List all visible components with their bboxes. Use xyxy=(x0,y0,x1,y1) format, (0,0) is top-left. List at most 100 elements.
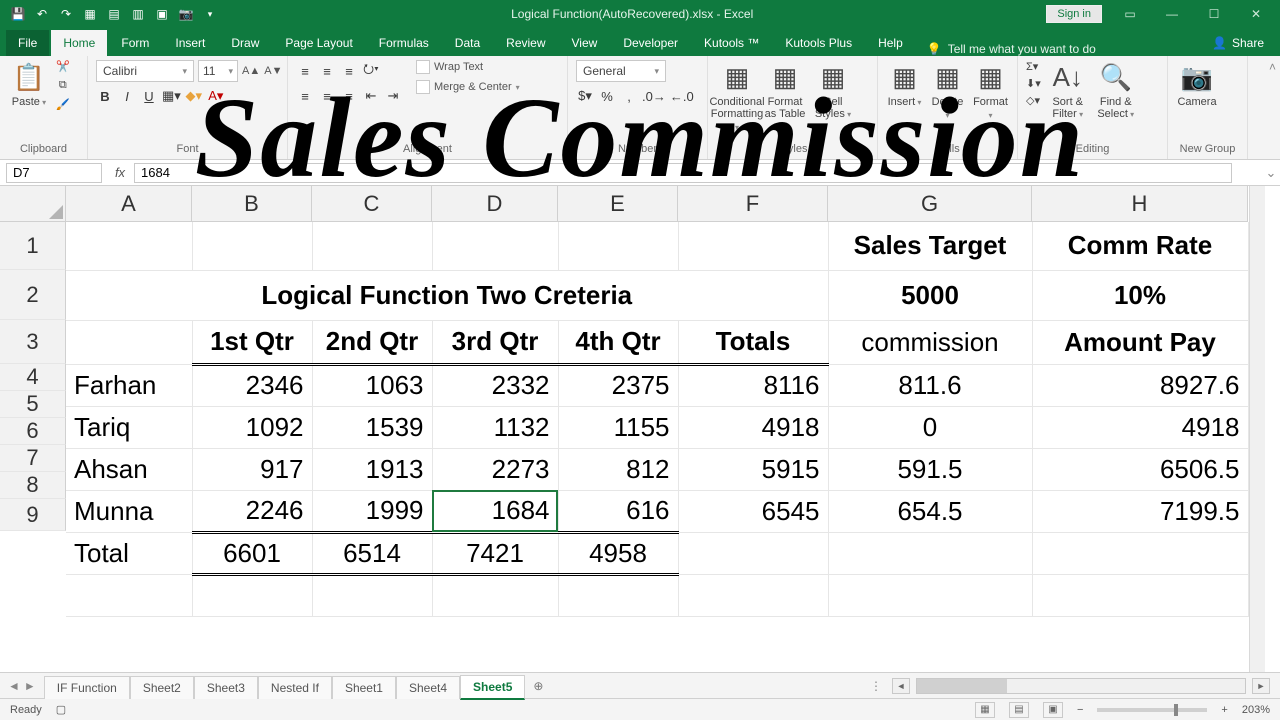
tab-form[interactable]: Form xyxy=(109,30,161,56)
sheet-tab[interactable]: Sheet2 xyxy=(130,676,194,699)
cell[interactable]: 2332 xyxy=(432,364,558,406)
cell[interactable]: 0 xyxy=(828,406,1032,448)
merge-center-button[interactable]: Merge & Center xyxy=(416,80,520,94)
comma-icon[interactable]: , xyxy=(620,89,638,104)
cell[interactable]: 6545 xyxy=(678,490,828,532)
tab-file[interactable]: File xyxy=(6,30,49,56)
tab-insert[interactable]: Insert xyxy=(163,30,217,56)
formula-input[interactable]: 1684 xyxy=(134,163,1232,183)
row-header[interactable]: 9 xyxy=(0,499,66,531)
cell[interactable]: 5915 xyxy=(678,448,828,490)
cell-active[interactable]: 1684 xyxy=(432,490,558,532)
normal-view-icon[interactable]: ▦ xyxy=(975,702,995,718)
align-bottom-icon[interactable]: ≡ xyxy=(340,64,358,79)
cell[interactable]: 4958 xyxy=(558,532,678,574)
zoom-out-icon[interactable]: − xyxy=(1077,704,1083,716)
cell[interactable]: Ahsan xyxy=(66,448,192,490)
fx-icon[interactable]: fx xyxy=(106,165,134,180)
cell[interactable]: 2246 xyxy=(192,490,312,532)
zoom-in-icon[interactable]: + xyxy=(1221,704,1227,716)
cell[interactable]: 1092 xyxy=(192,406,312,448)
cell[interactable]: 7199.5 xyxy=(1032,490,1248,532)
cell[interactable] xyxy=(558,222,678,270)
autosum-icon[interactable]: Σ▾ xyxy=(1026,60,1038,73)
currency-icon[interactable]: $▾ xyxy=(576,88,594,104)
cell[interactable]: 591.5 xyxy=(828,448,1032,490)
cell[interactable] xyxy=(558,574,678,616)
col-header[interactable]: E xyxy=(558,186,678,222)
fill-icon[interactable]: ⬇▾ xyxy=(1026,77,1041,90)
cell[interactable]: 1913 xyxy=(312,448,432,490)
share-button[interactable]: 👤Share xyxy=(1202,30,1274,56)
horizontal-scrollbar[interactable]: ⋮ ◄ ► xyxy=(551,678,1280,694)
col-header[interactable]: C xyxy=(312,186,432,222)
sheet-nav-prev-icon[interactable]: ◄ xyxy=(8,679,20,693)
tab-help[interactable]: Help xyxy=(866,30,915,56)
row-header[interactable]: 2 xyxy=(0,270,66,320)
col-header[interactable]: H xyxy=(1032,186,1248,222)
cell[interactable]: 1063 xyxy=(312,364,432,406)
cell[interactable] xyxy=(1032,574,1248,616)
cell[interactable]: 8927.6 xyxy=(1032,364,1248,406)
cell[interactable] xyxy=(192,222,312,270)
decrease-decimal-icon[interactable]: ←.0 xyxy=(670,89,694,104)
shrink-font-icon[interactable]: A▼ xyxy=(264,65,282,77)
col-header[interactable]: B xyxy=(192,186,312,222)
fill-color-icon[interactable]: ◆▾ xyxy=(185,88,203,104)
tab-kutools-plus[interactable]: Kutools Plus xyxy=(773,30,864,56)
align-top-icon[interactable]: ≡ xyxy=(296,64,314,79)
cell[interactable] xyxy=(192,574,312,616)
cell[interactable]: commission xyxy=(828,320,1032,364)
cell[interactable]: 6601 xyxy=(192,532,312,574)
maximize-icon[interactable]: ☐ xyxy=(1200,7,1228,21)
cell[interactable]: 4918 xyxy=(678,406,828,448)
row-header[interactable]: 8 xyxy=(0,472,66,499)
cell[interactable]: Comm Rate xyxy=(1032,222,1248,270)
cell[interactable]: Totals xyxy=(678,320,828,364)
cell[interactable] xyxy=(828,574,1032,616)
cell[interactable] xyxy=(432,222,558,270)
cell[interactable] xyxy=(1032,532,1248,574)
paste-button[interactable]: 📋Paste xyxy=(8,60,50,109)
number-format-select[interactable]: General▾ xyxy=(576,60,666,82)
wrap-text-button[interactable]: Wrap Text xyxy=(416,60,520,74)
cell[interactable]: Sales Target xyxy=(828,222,1032,270)
sort-filter-button[interactable]: A↓Sort & Filter xyxy=(1047,60,1089,121)
copy-icon[interactable]: ⧉ xyxy=(59,79,67,92)
scroll-left-icon[interactable]: ◄ xyxy=(892,678,910,694)
tab-view[interactable]: View xyxy=(560,30,610,56)
cell[interactable]: Munna xyxy=(66,490,192,532)
cell[interactable]: 811.6 xyxy=(828,364,1032,406)
sheet-tab[interactable]: IF Function xyxy=(44,676,130,699)
qat-more-icon[interactable]: ▾ xyxy=(202,6,218,22)
tell-me[interactable]: 💡Tell me what you want to do xyxy=(927,42,1096,56)
camera-icon[interactable]: 📷 xyxy=(178,6,194,22)
cell-styles-button[interactable]: ▦Cell Styles xyxy=(812,60,854,121)
cell[interactable]: 3rd Qtr xyxy=(432,320,558,364)
cell[interactable] xyxy=(66,574,192,616)
close-icon[interactable]: ✕ xyxy=(1242,7,1270,21)
tab-draw[interactable]: Draw xyxy=(219,30,271,56)
font-size-select[interactable]: 11▾ xyxy=(198,60,238,82)
underline-icon[interactable]: U xyxy=(140,89,158,104)
row-header[interactable]: 1 xyxy=(0,222,66,270)
scroll-track[interactable] xyxy=(916,678,1246,694)
indent-inc-icon[interactable]: ⇥ xyxy=(384,88,402,104)
cell[interactable]: 2273 xyxy=(432,448,558,490)
cell[interactable]: 2375 xyxy=(558,364,678,406)
cell[interactable] xyxy=(66,320,192,364)
cell[interactable]: Amount Pay xyxy=(1032,320,1248,364)
cell[interactable]: 1st Qtr xyxy=(192,320,312,364)
qat-icon[interactable]: ▦ xyxy=(82,6,98,22)
cell[interactable]: Total xyxy=(66,532,192,574)
qat-icon[interactable]: ▤ xyxy=(106,6,122,22)
sheet-tab[interactable]: Sheet3 xyxy=(194,676,258,699)
cell[interactable]: 1539 xyxy=(312,406,432,448)
tab-review[interactable]: Review xyxy=(494,30,557,56)
cell[interactable] xyxy=(432,574,558,616)
orientation-icon[interactable]: ⭮▾ xyxy=(362,60,380,82)
cell[interactable] xyxy=(678,532,828,574)
row-header[interactable]: 4 xyxy=(0,364,66,391)
font-color-icon[interactable]: A▾ xyxy=(207,88,225,104)
cell[interactable]: 4918 xyxy=(1032,406,1248,448)
